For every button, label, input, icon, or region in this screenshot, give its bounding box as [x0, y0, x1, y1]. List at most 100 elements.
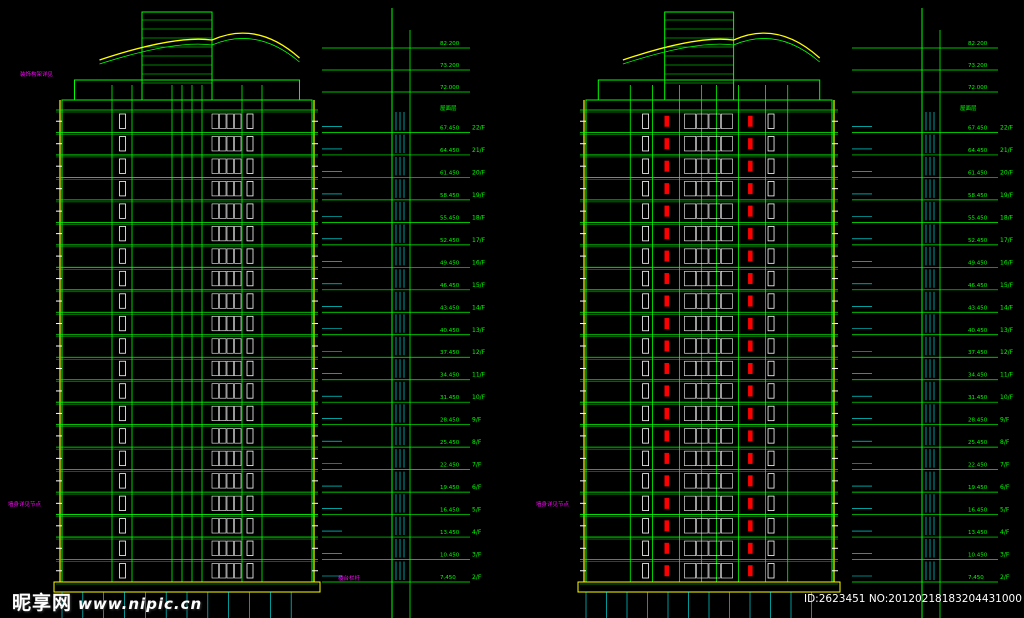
floor-label: 3/F — [472, 552, 482, 559]
right-dimension-column: 7.450 2/F 10.450 3/F 13.450 4/F 16.450 5/F 19.45… — [852, 8, 1014, 618]
window — [226, 158, 234, 174]
window — [720, 540, 733, 556]
window — [696, 136, 709, 152]
level-value: 64.450 — [968, 148, 988, 154]
window — [234, 360, 242, 377]
window — [708, 181, 721, 197]
window — [767, 383, 775, 399]
window — [642, 540, 649, 556]
window — [234, 181, 242, 197]
window — [642, 450, 649, 467]
window — [684, 360, 697, 377]
window — [720, 383, 733, 399]
window — [684, 563, 697, 579]
level-value: 7.450 — [440, 575, 456, 581]
window — [684, 315, 697, 332]
level-value: 37.450 — [968, 350, 988, 356]
window — [234, 136, 242, 152]
window — [696, 383, 709, 399]
red-mark — [664, 430, 669, 442]
window — [708, 226, 721, 242]
window — [720, 248, 733, 264]
window — [226, 271, 234, 287]
window — [767, 360, 775, 377]
level-value: 52.450 — [440, 238, 460, 244]
window — [246, 518, 254, 534]
window — [246, 383, 254, 399]
window — [684, 383, 697, 399]
right-building-elevation: 墙身详见节点 屋面层 — [536, 11, 977, 618]
window — [642, 518, 649, 534]
window — [696, 405, 709, 421]
window — [219, 518, 227, 534]
window — [720, 563, 733, 579]
window — [708, 248, 721, 264]
level-value: 34.450 — [968, 373, 988, 379]
window — [219, 383, 227, 399]
window — [767, 563, 775, 579]
window — [708, 315, 721, 332]
red-mark — [748, 430, 753, 442]
window — [642, 428, 649, 444]
window — [708, 293, 721, 309]
window — [211, 473, 219, 489]
window — [767, 136, 775, 152]
window — [219, 248, 227, 264]
podium — [577, 581, 841, 593]
window — [642, 360, 649, 377]
window — [767, 518, 775, 534]
window — [767, 113, 775, 129]
floor-label: 20/F — [472, 169, 486, 176]
window — [234, 203, 242, 219]
window — [708, 518, 721, 534]
window — [684, 405, 697, 421]
window — [720, 473, 733, 489]
annotation: 楼台栏杆 — [338, 574, 361, 582]
red-mark — [664, 452, 669, 464]
window — [708, 158, 721, 174]
window — [767, 248, 775, 264]
window — [767, 270, 775, 287]
window — [720, 226, 733, 242]
window — [119, 428, 126, 444]
window — [226, 405, 234, 421]
window — [684, 271, 697, 287]
red-mark — [748, 340, 753, 352]
window — [708, 136, 721, 152]
window — [246, 563, 254, 579]
red-mark — [748, 138, 753, 150]
floor-label: 19/F — [1000, 192, 1014, 199]
red-mark — [664, 115, 669, 127]
window — [119, 136, 126, 152]
window — [708, 473, 721, 489]
window — [234, 248, 242, 264]
floor-label: 4/F — [1000, 529, 1010, 536]
window — [211, 293, 219, 309]
red-mark — [664, 138, 669, 150]
window — [219, 158, 227, 174]
floor-label: 18/F — [1000, 214, 1014, 221]
red-mark — [664, 542, 669, 554]
window — [119, 315, 126, 332]
window — [246, 248, 254, 264]
window — [226, 518, 234, 534]
annotation: 墙身详见节点 — [8, 500, 42, 508]
window — [246, 225, 254, 242]
window — [119, 450, 126, 467]
red-mark — [664, 520, 669, 532]
left-dimension-column: 7.450 2/F 10.450 3/F 13.450 4/F 16.450 5/F 19.45… — [322, 8, 486, 618]
window — [211, 405, 219, 421]
red-mark — [664, 340, 669, 352]
window — [696, 203, 709, 219]
level-value: 7.450 — [968, 575, 984, 581]
window — [708, 383, 721, 399]
red-mark — [748, 520, 753, 532]
window — [642, 203, 649, 219]
level-value: 16.450 — [968, 508, 988, 514]
window — [642, 248, 649, 264]
level-value: 61.450 — [968, 170, 988, 176]
floor-label: 15/F — [472, 282, 486, 289]
window — [119, 338, 126, 354]
window — [246, 540, 254, 556]
window — [211, 136, 219, 152]
